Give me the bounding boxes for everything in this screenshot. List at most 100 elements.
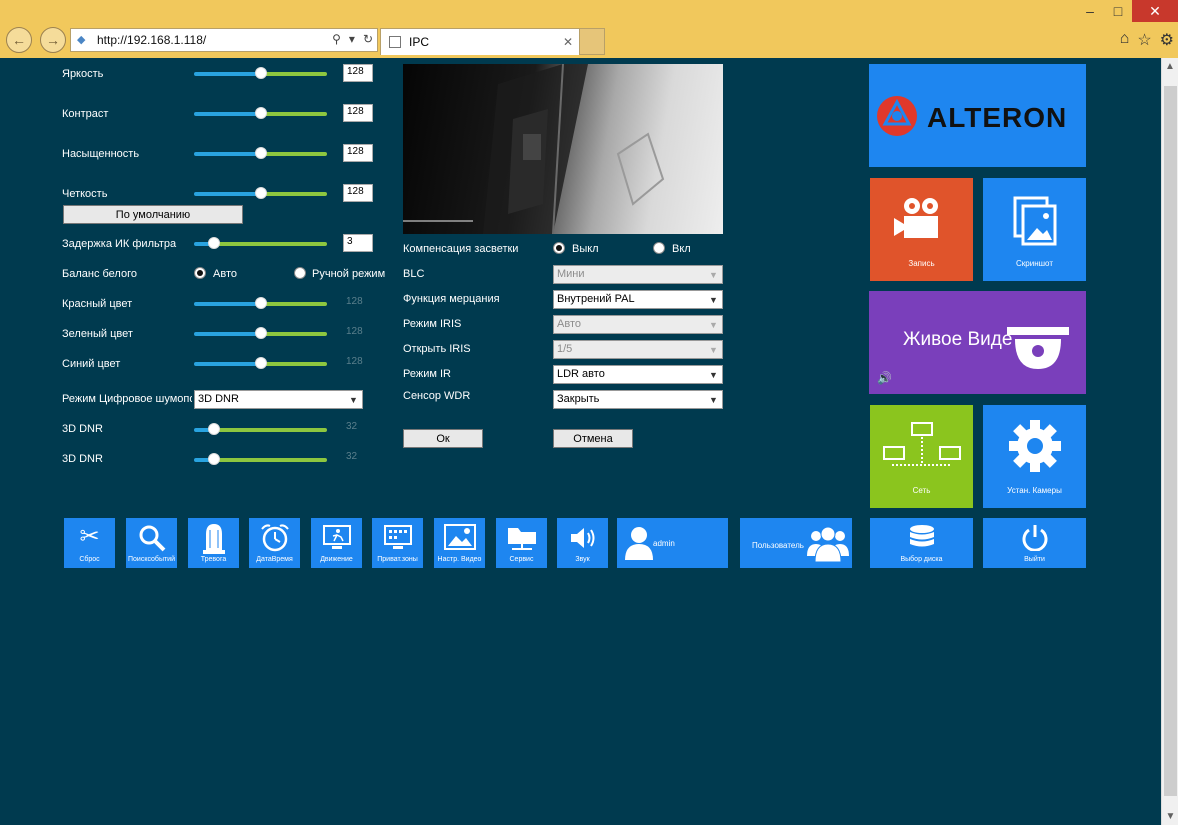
favorites-icon[interactable]: ☆ [1137,30,1151,50]
backlight-off-radio[interactable] [553,242,565,254]
home-icon[interactable]: ⌂ [1120,30,1130,50]
green-label: Зеленый цвет [62,328,133,340]
tab-ipc[interactable]: IPC ✕ [380,28,580,55]
slider-knob[interactable] [207,453,220,465]
record-tile[interactable]: Запись [870,178,973,281]
cancel-button[interactable]: Отмена [553,429,633,448]
address-bar[interactable]: ◆ http://192.168.1.118/ ⚲ ▾ ↻ [70,28,378,52]
backlight-on-label: Вкл [672,243,691,255]
network-icon [882,422,961,466]
slider-knob[interactable] [254,107,267,119]
tab-page-icon [389,36,401,48]
slider-knob[interactable] [254,67,267,79]
iris-mode-value: Авто [557,318,581,330]
alarm-tile[interactable]: Тревога [188,518,239,568]
search-icon[interactable]: ⚲ [332,32,341,46]
admin-tile[interactable]: admin [617,518,728,568]
privacy-zones-label: Приват.зоны [377,556,418,563]
wb-auto-radio[interactable] [194,267,206,279]
sharpness-slider[interactable] [194,187,327,199]
slider-fill [194,112,261,116]
dnr2-slider[interactable] [194,453,327,465]
video-settings-tile[interactable]: Настр. Видео [434,518,485,568]
scroll-down-icon[interactable]: ▼ [1162,808,1178,825]
close-window-button[interactable]: ✕ [1132,0,1178,22]
wdr-select[interactable]: Закрыть ▼ [553,390,723,409]
dome-camera-icon [1007,327,1069,369]
folder-network-icon [507,528,536,550]
datetime-tile[interactable]: ДатаВремя [249,518,300,568]
red-slider[interactable] [194,297,327,309]
flicker-select[interactable]: Внутрений PAL ▼ [553,290,723,309]
blue-label: Синий цвет [62,358,121,370]
network-tile[interactable]: Сеть [870,405,973,508]
settings-icon[interactable]: ⚙ [1160,30,1174,50]
ir-delay-value[interactable]: 3 [343,234,373,252]
disk-select-tile[interactable]: Выбор диска [870,518,973,568]
slider-knob[interactable] [207,423,220,435]
ok-button[interactable]: Ок [403,429,483,448]
backlight-on-radio[interactable] [653,242,665,254]
slider-knob[interactable] [254,297,267,309]
forward-button[interactable]: → [40,27,66,53]
privacy-zones-tile[interactable]: Приват.зоны [372,518,423,568]
saturation-value[interactable]: 128 [343,144,373,162]
slider-knob[interactable] [254,327,267,339]
brightness-slider[interactable] [194,67,327,79]
window-buttons: – □ ✕ [1076,0,1178,24]
users-group-icon [807,526,849,562]
motion-tile[interactable]: Движение [311,518,362,568]
users-tile[interactable]: Пользователь [740,518,852,568]
slider-knob[interactable] [254,187,267,199]
maximize-button[interactable]: □ [1104,0,1132,22]
default-button[interactable]: По умолчанию [63,205,243,224]
blc-label: BLC [403,268,425,280]
chevron-down-icon: ▼ [349,394,358,405]
screenshot-tile[interactable]: Скриншот [983,178,1086,281]
wb-manual-radio[interactable] [294,267,306,279]
ir-delay-slider[interactable] [194,237,327,249]
white-balance-label: Баланс белого [62,268,137,280]
close-tab-icon[interactable]: ✕ [563,35,573,49]
dnr-mode-select[interactable]: 3D DNR ▼ [194,390,363,409]
sound-tile[interactable]: Звук [557,518,608,568]
saturation-slider[interactable] [194,147,327,159]
back-button[interactable]: ← [6,27,32,53]
iris-mode-select[interactable]: Авто ▼ [553,315,723,334]
service-tile[interactable]: Сервис [496,518,547,568]
ir-mode-label: Режим IR [403,368,451,380]
scroll-thumb[interactable] [1164,86,1177,796]
blue-slider[interactable] [194,357,327,369]
backlight-label: Компенсация засветки [403,243,519,255]
scroll-up-icon[interactable]: ▲ [1162,58,1178,75]
contrast-slider[interactable] [194,107,327,119]
speaker-icon: 🔊 [877,371,892,385]
camera-setup-tile[interactable]: Устан. Камеры [983,405,1086,508]
new-tab-button[interactable] [580,28,605,55]
chevron-down-icon: ▼ [709,344,718,355]
slider-knob[interactable] [207,237,220,249]
iris-open-select[interactable]: 1/5 ▼ [553,340,723,359]
live-video-tile[interactable]: Живое Виде 🔊 [869,291,1086,394]
chevron-down-icon: ▼ [709,294,718,305]
gear-icon [1008,420,1061,472]
refresh-icon[interactable]: ↻ [363,32,373,46]
backlight-off-label: Выкл [572,243,599,255]
reset-tile[interactable]: ✂ Сброс [64,518,115,568]
blc-select[interactable]: Мини ▼ [553,265,723,284]
minimize-button[interactable]: – [1076,0,1104,22]
slider-knob[interactable] [254,357,267,369]
dnr1-slider[interactable] [194,423,327,435]
green-slider[interactable] [194,327,327,339]
flicker-value: Внутрений PAL [557,293,635,305]
vertical-scrollbar[interactable]: ▲ ▼ [1161,58,1178,825]
ir-mode-select[interactable]: LDR авто ▼ [553,365,723,384]
logout-tile[interactable]: Выйти [983,518,1086,568]
sharpness-value[interactable]: 128 [343,184,373,202]
brightness-value[interactable]: 128 [343,64,373,82]
dropdown-icon[interactable]: ▾ [349,32,355,46]
slider-knob[interactable] [254,147,267,159]
contrast-value[interactable]: 128 [343,104,373,122]
search-events-tile[interactable]: Поисксобытий [126,518,177,568]
record-label: Запись [908,259,935,268]
